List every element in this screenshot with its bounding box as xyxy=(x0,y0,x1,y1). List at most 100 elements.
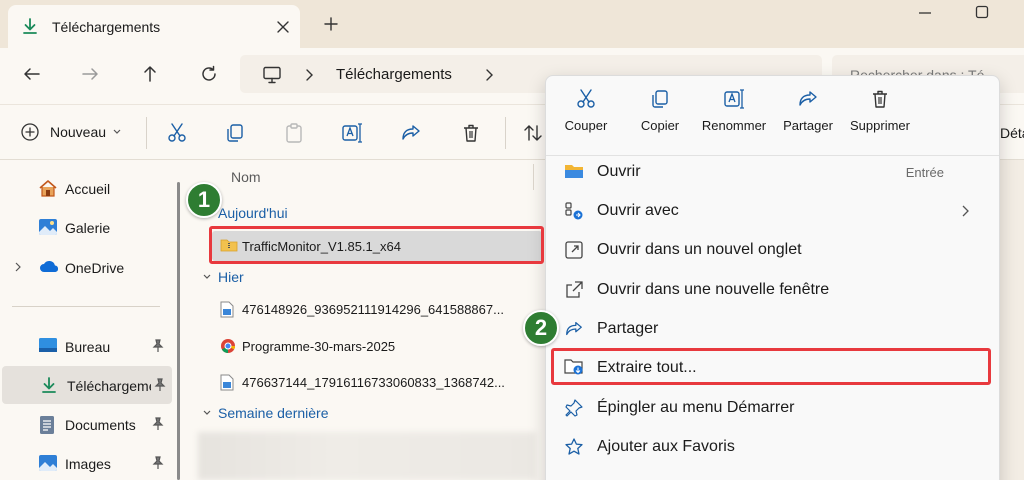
forward-arrow-icon[interactable] xyxy=(80,64,100,84)
title-bar: Téléchargements xyxy=(0,0,1024,48)
context-item-share[interactable]: Partager xyxy=(554,311,991,347)
column-header-name[interactable]: Nom xyxy=(231,169,261,185)
chevron-right-icon[interactable] xyxy=(484,69,494,81)
highlight-box-extract xyxy=(551,348,991,385)
file-list: Nom Aujourd'hui TrafficMonitor_V1.85.1_x… xyxy=(188,160,568,480)
share-icon xyxy=(770,88,846,110)
rename-icon[interactable] xyxy=(341,122,363,144)
group-label: Semaine dernière xyxy=(218,405,329,421)
home-icon xyxy=(38,179,58,197)
context-item-label: Ouvrir dans une nouvelle fenêtre xyxy=(597,281,830,298)
highlight-box-file xyxy=(209,226,544,264)
details-button[interactable]: Déta xyxy=(1000,125,1024,141)
context-rename-button[interactable]: Renommer xyxy=(696,88,772,150)
sidebar-item-label: Galerie xyxy=(65,220,111,236)
step-badge-2: 2 xyxy=(523,310,559,346)
toolbar-divider xyxy=(505,117,506,149)
file-row[interactable]: 476148926_936952111914296_641588867... xyxy=(212,294,542,324)
context-item-open-with[interactable]: Ouvrir avec xyxy=(554,193,991,229)
up-arrow-icon[interactable] xyxy=(140,64,160,84)
delete-icon[interactable] xyxy=(460,122,482,144)
star-icon xyxy=(564,437,584,457)
blurred-file-area xyxy=(198,432,536,480)
close-tab-icon[interactable] xyxy=(274,18,292,36)
context-item-open-new-window[interactable]: Ouvrir dans une nouvelle fenêtre xyxy=(554,272,991,308)
group-label: Hier xyxy=(218,269,244,285)
context-item-pin-start[interactable]: Épingler au menu Démarrer xyxy=(554,390,991,426)
context-item-add-favorites[interactable]: Ajouter aux Favoris xyxy=(554,429,991,465)
sidebar-item-images[interactable]: Images xyxy=(0,444,170,480)
context-cut-button[interactable]: Couper xyxy=(548,88,624,150)
context-item-label: Épingler au menu Démarrer xyxy=(597,399,795,416)
plus-circle-icon xyxy=(20,122,40,142)
sidebar-item-label: OneDrive xyxy=(65,260,125,276)
pin-icon xyxy=(564,398,584,418)
group-label: Aujourd'hui xyxy=(218,205,288,221)
sidebar-item-label: Images xyxy=(65,456,111,472)
paste-icon[interactable] xyxy=(283,122,305,144)
tab-downloads[interactable]: Téléchargements xyxy=(8,5,300,48)
back-arrow-icon[interactable] xyxy=(22,64,42,84)
context-item-label: Partager xyxy=(597,320,659,337)
context-quick-label: Partager xyxy=(783,118,833,133)
sidebar-scrollbar[interactable] xyxy=(177,182,180,480)
sidebar-item-downloads[interactable]: Téléchargements xyxy=(2,366,172,404)
pin-icon[interactable] xyxy=(152,339,164,353)
step-badge-1: 1 xyxy=(186,182,222,218)
copy-icon xyxy=(622,88,698,110)
copy-icon[interactable] xyxy=(224,122,246,144)
sidebar-item-home[interactable]: Accueil xyxy=(0,169,170,207)
documents-icon xyxy=(38,415,56,435)
chevron-right-icon[interactable] xyxy=(14,262,22,272)
chevron-down-icon xyxy=(112,128,122,136)
maximize-icon[interactable] xyxy=(975,5,989,19)
folder-open-icon xyxy=(564,162,584,180)
new-tab-icon[interactable] xyxy=(322,15,340,33)
minimize-icon[interactable] xyxy=(918,11,932,15)
chrome-icon xyxy=(220,338,236,354)
download-icon xyxy=(40,376,58,394)
refresh-icon[interactable] xyxy=(199,64,219,84)
download-icon xyxy=(21,17,39,35)
file-name: Programme-30-mars-2025 xyxy=(242,339,396,354)
context-item-label: Ouvrir xyxy=(597,163,641,180)
file-row[interactable]: 476637144_17916116733060833_1368742... xyxy=(212,367,542,397)
breadcrumb-downloads[interactable]: Téléchargements xyxy=(336,66,452,83)
sidebar-item-label: Téléchargements xyxy=(67,378,151,394)
group-header-yesterday[interactable]: Hier xyxy=(202,269,244,285)
image-file-icon xyxy=(220,374,234,391)
cut-icon[interactable] xyxy=(166,122,188,144)
context-item-open-new-tab[interactable]: Ouvrir dans un nouvel onglet xyxy=(554,232,991,268)
context-menu: Couper Copier Renommer Partager Supprime… xyxy=(545,75,1000,480)
pin-icon[interactable] xyxy=(152,456,164,470)
file-name: 476148926_936952111914296_641588867... xyxy=(242,302,504,317)
sidebar-item-gallery[interactable]: Galerie xyxy=(0,208,170,246)
context-quick-label: Copier xyxy=(640,118,680,133)
sidebar-item-documents[interactable]: Documents xyxy=(0,405,170,443)
new-button[interactable]: Nouveau xyxy=(20,122,122,142)
context-delete-button[interactable]: Supprimer xyxy=(842,88,918,150)
images-icon xyxy=(38,454,58,472)
navigation-pane: Accueil Galerie OneDrive Bureau Téléchar… xyxy=(0,160,188,480)
context-item-open[interactable]: Ouvrir Entrée xyxy=(554,154,991,190)
context-item-label: Ouvrir dans un nouvel onglet xyxy=(597,241,802,258)
rename-icon xyxy=(696,88,772,110)
group-header-last-week[interactable]: Semaine dernière xyxy=(202,405,329,421)
sidebar-item-onedrive[interactable]: OneDrive xyxy=(0,248,170,286)
pin-icon[interactable] xyxy=(154,378,166,392)
chevron-right-icon[interactable] xyxy=(304,69,314,81)
context-quick-label: Renommer xyxy=(701,118,767,133)
pin-icon[interactable] xyxy=(152,417,164,431)
delete-icon xyxy=(842,88,918,110)
context-quick-label: Couper xyxy=(564,118,608,133)
file-row[interactable]: Programme-30-mars-2025 xyxy=(212,331,542,361)
sidebar-item-label: Bureau xyxy=(65,339,111,355)
onedrive-icon xyxy=(38,258,60,274)
sort-icon[interactable] xyxy=(522,122,544,144)
context-share-button[interactable]: Partager xyxy=(770,88,846,150)
column-divider[interactable] xyxy=(533,164,534,190)
sidebar-item-desktop[interactable]: Bureau xyxy=(0,327,170,365)
context-copy-button[interactable]: Copier xyxy=(622,88,698,150)
share-icon[interactable] xyxy=(400,122,422,144)
computer-icon xyxy=(262,66,282,84)
